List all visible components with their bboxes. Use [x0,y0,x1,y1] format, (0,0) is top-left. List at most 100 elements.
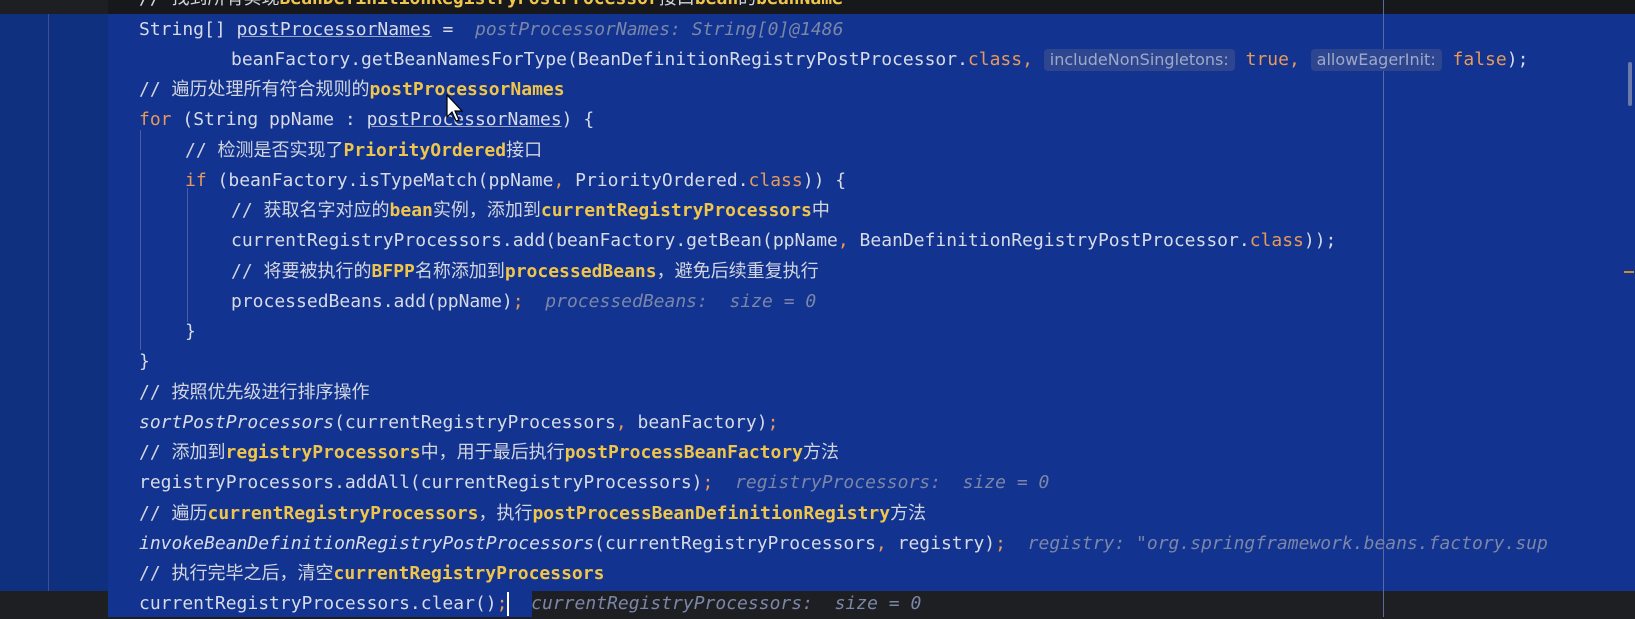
closing-brace: } [139,351,150,372]
punctuation: ; [496,593,508,614]
punctuation: , [1288,49,1300,70]
code-line[interactable]: sortPostProcessors(currentRegistryProces… [139,408,778,438]
comment-text: 接口 [659,0,695,9]
inline-debug-value: postProcessorNames: String[0]@1486 [474,19,844,40]
code-text: currentRegistryProcessors.add(beanFactor… [231,230,838,251]
inline-debug-value: registry: "org.springframework.beans.fac… [1027,533,1548,554]
gutter-selection [0,14,108,591]
variable-ref[interactable]: postProcessorNames [237,19,432,40]
punctuation: , [837,230,849,251]
indent-guide [140,130,141,350]
comment-text: // 检测是否实现了 [185,140,344,161]
code-line[interactable]: if (beanFactory.isTypeMatch(ppName, Prio… [185,166,846,196]
keyword: class [967,49,1023,70]
code-line-comment[interactable]: // 按照优先级进行排序操作 [139,378,370,408]
comment-text: 中，用于最后执行 [420,442,565,463]
code-text: (currentRegistryProcessors [594,533,876,554]
code-editor[interactable]: // 找到所有实现BeanDefinitionRegistryPostProce… [0,0,1635,617]
keyword: for [139,109,172,130]
mouse-pointer-icon [446,94,464,122]
code-text: String[] [139,19,237,40]
comment-keyword: postProcessorNames [369,79,565,100]
code-text: ); [1506,49,1529,70]
code-line[interactable]: } [185,317,196,347]
code-line-comment[interactable]: // 找到所有实现BeanDefinitionRegistryPostProce… [139,0,843,14]
punctuation: ; [995,533,1006,554]
comment-text: 的 [738,0,756,9]
code-line[interactable]: String[] postProcessorNames = postProces… [139,15,843,45]
code-text: registry) [886,533,996,554]
comment-keyword: currentRegistryProcessors [207,503,479,524]
inline-debug-value: processedBeans: size = 0 [545,291,817,312]
comment-text: // 遍历 [139,503,208,524]
inline-debug-value: currentRegistryProcessors: size = 0 [531,593,922,614]
code-line[interactable]: beanFactory.getBeanNamesForType(BeanDefi… [231,45,1528,75]
comment-text: 方法 [890,503,927,524]
comment-text: // 将要被执行的 [231,261,372,282]
comment-text: // 遍历处理所有符合规则的 [139,79,370,100]
code-line-comment[interactable]: // 添加到registryProcessors中，用于最后执行postProc… [139,438,839,468]
gutter-divider [48,14,49,591]
comment-text: // 获取名字对应的 [231,200,390,221]
comment-keyword: BeanDefinitionRegistryPostProcessor [280,0,659,9]
method-call[interactable]: sortPostProcessors [139,412,334,433]
keyword: class [1249,230,1304,251]
code-text: (currentRegistryProcessors [334,412,616,433]
comment-text: // 按照优先级进行排序操作 [139,382,370,403]
comment-keyword: currentRegistryProcessors [540,200,812,221]
scrollbar-thumb[interactable] [1628,62,1632,106]
comment-keyword: beanName [756,0,843,9]
right-margin-guide [1383,0,1384,617]
comment-keyword: postProcessBeanFactory [564,442,804,463]
code-line[interactable]: currentRegistryProcessors.add(beanFactor… [231,226,1336,256]
punctuation: , [1022,49,1033,70]
punctuation: , [553,170,565,191]
punctuation: ; [702,472,714,493]
punctuation: , [875,533,887,554]
indent-guide [187,188,188,322]
keyword: if [185,170,207,191]
comment-keyword: PriorityOrdered [343,140,507,161]
comment-keyword: currentRegistryProcessors [333,563,605,584]
code-text: (String ppName : [171,109,367,130]
punctuation: , [615,412,627,433]
closing-brace: } [185,321,196,342]
code-line-comment[interactable]: // 获取名字对应的bean实例，添加到currentRegistryProce… [231,196,830,226]
comment-text: 名称添加到 [414,261,505,282]
keyword: true [1245,49,1289,70]
code-text: registryProcessors.addAll(currentRegistr… [139,472,703,493]
punctuation: ; [767,412,779,433]
comment-text: 实例，添加到 [432,200,541,221]
keyword: class [748,170,803,191]
code-line[interactable]: invokeBeanDefinitionRegistryPostProcesso… [139,529,1548,559]
comment-text: // 执行完毕之后，清空 [139,563,334,584]
code-line[interactable]: registryProcessors.addAll(currentRegistr… [139,468,1049,498]
comment-text: ，执行 [478,503,533,524]
code-line-comment[interactable]: // 执行完毕之后，清空currentRegistryProcessors [139,559,604,589]
code-text: )); [1303,230,1337,251]
code-text: PriorityOrdered. [564,170,749,191]
comment-keyword: bean [695,0,738,9]
code-line[interactable]: } [139,347,150,377]
code-line[interactable]: processedBeans.add(ppName); processedBea… [231,287,816,317]
code-text: processedBeans.add(ppName) [231,291,513,312]
code-line-comment[interactable]: // 将要被执行的BFPP名称添加到processedBeans，避免后续重复执… [231,257,819,287]
method-call[interactable]: invokeBeanDefinitionRegistryPostProcesso… [139,533,594,554]
code-text: beanFactory.getBeanNamesForType(BeanDefi… [231,49,968,70]
scrollbar-marker[interactable] [1624,271,1634,273]
code-text: BeanDefinitionRegistryPostProcessor. [848,230,1250,251]
code-line[interactable]: currentRegistryProcessors.clear(); curre… [139,589,921,619]
code-line-comment[interactable]: // 遍历currentRegistryProcessors，执行postPro… [139,499,926,529]
comment-keyword: postProcessBeanDefinitionRegistry [532,503,891,524]
code-line-comment[interactable]: // 检测是否实现了PriorityOrdered接口 [185,136,542,166]
comment-keyword: BFPP [371,261,415,282]
code-text: currentRegistryProcessors.clear() [139,593,497,614]
text-caret [507,592,510,616]
inline-debug-value: registryProcessors: size = 0 [735,472,1050,493]
comment-text: // 添加到 [139,442,226,463]
code-line[interactable]: for (String ppName : postProcessorNames)… [139,105,594,135]
comment-text: // 找到所有实现 [139,0,280,9]
code-line-comment[interactable]: // 遍历处理所有符合规则的postProcessorNames [139,75,565,105]
parameter-hint: allowEagerInit: [1310,49,1442,71]
code-text: = [431,19,465,40]
